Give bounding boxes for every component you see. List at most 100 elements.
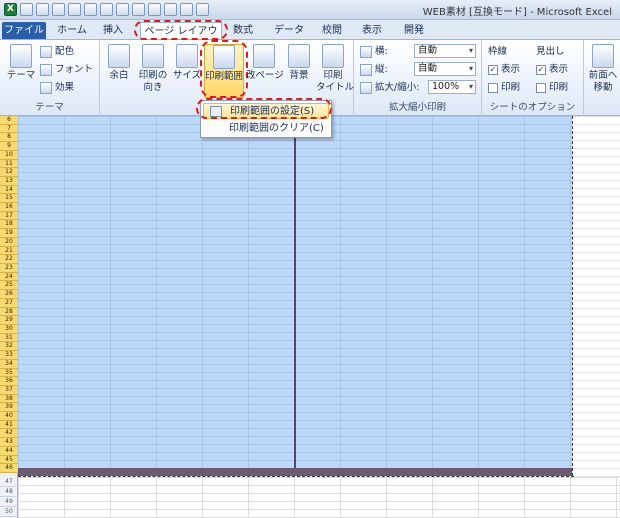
row-header[interactable]: 30 xyxy=(0,324,18,334)
row-header[interactable]: 13 xyxy=(0,176,18,186)
row-header[interactable]: 12 xyxy=(0,168,18,177)
colors-button[interactable]: 配色 xyxy=(40,44,74,59)
row-header[interactable]: 39 xyxy=(0,403,18,413)
row-header[interactable]: 47 xyxy=(0,477,18,487)
orientation-button[interactable]: 印刷の 向き xyxy=(136,44,170,98)
themes-button[interactable]: テーマ xyxy=(4,44,38,98)
row-header[interactable]: 19 xyxy=(0,229,18,238)
headings-view-checkbox[interactable]: ✓ 表示 xyxy=(536,62,568,77)
size-button[interactable]: サイズ xyxy=(170,44,204,98)
gridlines-view-checkbox[interactable]: ✓ 表示 xyxy=(488,62,520,77)
tab-file[interactable]: ファイル xyxy=(2,22,46,39)
border-icon[interactable] xyxy=(132,3,145,16)
row-header[interactable]: 32 xyxy=(0,342,18,352)
row-header[interactable]: 9 xyxy=(0,142,18,151)
tab-formulas[interactable]: 数式 xyxy=(228,22,258,39)
row-header[interactable]: 36 xyxy=(0,377,18,386)
font-color-icon[interactable] xyxy=(100,3,113,16)
ribbon-tabs: ファイル ホーム 挿入 ページ レイアウト 数式 データ 校閲 表示 開発 xyxy=(0,20,620,54)
undo-icon[interactable] xyxy=(68,3,81,16)
orientation-label-2: 向き xyxy=(143,82,163,93)
row-header[interactable]: 42 xyxy=(0,429,18,439)
row-header[interactable]: 38 xyxy=(0,394,18,404)
row-header[interactable]: 15 xyxy=(0,194,18,204)
tab-insert[interactable]: 挿入 xyxy=(98,22,128,39)
print-icon[interactable] xyxy=(36,3,49,16)
row-header[interactable]: 29 xyxy=(0,316,18,325)
row-header[interactable]: 18 xyxy=(0,220,18,230)
colors-icon xyxy=(40,45,52,58)
row-header[interactable]: 6 xyxy=(0,116,18,125)
row-header[interactable]: 16 xyxy=(0,203,18,212)
margins-button[interactable]: 余白 xyxy=(102,44,136,98)
fill-color-icon[interactable] xyxy=(116,3,129,16)
row-header[interactable]: 24 xyxy=(0,272,18,282)
row-header[interactable]: 37 xyxy=(0,385,18,395)
row-header[interactable]: 22 xyxy=(0,255,18,265)
worksheet[interactable]: 6 7 8 9 10 11 12 13 14 15 16 17 18 19 20 21 22 23 24 25 26 27… xyxy=(0,116,620,518)
row-header[interactable]: 27 xyxy=(0,298,18,308)
row-header[interactable]: 25 xyxy=(0,281,18,291)
background-button[interactable]: 背景 xyxy=(282,44,316,98)
size-icon xyxy=(176,44,198,68)
page-layout-icon[interactable] xyxy=(180,3,193,16)
menu-set-print-area[interactable]: 印刷範囲の設定(S) xyxy=(203,103,329,119)
height-dropdown[interactable]: 自動 xyxy=(414,62,476,76)
row-header[interactable]: 49 xyxy=(0,497,18,507)
quick-access-toolbar: X xyxy=(4,3,209,17)
row-header[interactable]: 14 xyxy=(0,185,18,195)
gridlines-print-checkbox[interactable]: 印刷 xyxy=(488,80,520,95)
row-header[interactable]: 8 xyxy=(0,133,18,143)
print-area-set-icon xyxy=(210,106,222,117)
size-label: サイズ xyxy=(172,70,202,81)
tab-developer[interactable]: 開発 xyxy=(400,22,428,39)
scale-stepper[interactable]: 100% xyxy=(428,80,476,94)
breaks-button[interactable]: 改ページ xyxy=(246,44,284,98)
row-header[interactable]: 40 xyxy=(0,412,18,421)
bring-forward-button[interactable]: 前面へ 移動 xyxy=(586,44,620,98)
headings-print-checkbox[interactable]: 印刷 xyxy=(536,80,568,95)
effects-label: 効果 xyxy=(55,82,75,93)
row-header[interactable]: 21 xyxy=(0,246,18,256)
customize-icon[interactable] xyxy=(196,3,209,16)
row-header[interactable]: 48 xyxy=(0,487,18,497)
row-header[interactable]: 26 xyxy=(0,290,18,299)
row-header[interactable]: 20 xyxy=(0,237,18,247)
tab-page-layout[interactable]: ページ レイアウト xyxy=(140,22,222,54)
row-header[interactable]: 34 xyxy=(0,359,18,369)
tab-data[interactable]: データ xyxy=(272,22,306,39)
row-header[interactable]: 33 xyxy=(0,351,18,360)
group-sheet-options-label: シートのオプション xyxy=(489,102,576,113)
breaks-icon xyxy=(253,44,275,68)
row-header[interactable]: 11 xyxy=(0,159,18,169)
tab-review[interactable]: 校閲 xyxy=(318,22,346,39)
row-header[interactable]: 28 xyxy=(0,307,18,317)
redo-icon[interactable] xyxy=(84,3,97,16)
row-header[interactable]: 41 xyxy=(0,420,18,430)
chart-icon[interactable] xyxy=(164,3,177,16)
width-dropdown[interactable]: 自動 xyxy=(414,44,476,58)
print-titles-button[interactable]: 印刷 タイトル xyxy=(316,44,354,98)
row-header[interactable]: 35 xyxy=(0,368,18,378)
row-header[interactable]: 17 xyxy=(0,211,18,221)
row-header[interactable]: 46 xyxy=(0,464,18,473)
format-icon[interactable] xyxy=(148,3,161,16)
row-header[interactable]: 31 xyxy=(0,333,18,343)
tab-home[interactable]: ホーム xyxy=(52,22,92,39)
effects-button[interactable]: 効果 xyxy=(40,80,74,95)
excel-icon[interactable]: X xyxy=(4,3,17,16)
fonts-button[interactable]: フォント xyxy=(40,62,93,77)
save-icon[interactable] xyxy=(20,3,33,16)
row-header[interactable]: 50 xyxy=(0,507,18,517)
row-header[interactable]: 7 xyxy=(0,124,18,134)
row-header[interactable]: 43 xyxy=(0,438,18,447)
gridlines-heading: 枠線 xyxy=(488,46,508,57)
preview-icon[interactable] xyxy=(52,3,65,16)
row-header[interactable]: 10 xyxy=(0,150,18,160)
print-area-button[interactable]: 印刷範囲 xyxy=(204,44,244,98)
row-header[interactable]: 45 xyxy=(0,455,18,465)
menu-clear-print-area[interactable]: 印刷範囲のクリア(C) xyxy=(203,121,329,137)
row-header[interactable]: 44 xyxy=(0,446,18,456)
row-header[interactable]: 23 xyxy=(0,264,18,273)
tab-view[interactable]: 表示 xyxy=(358,22,386,39)
